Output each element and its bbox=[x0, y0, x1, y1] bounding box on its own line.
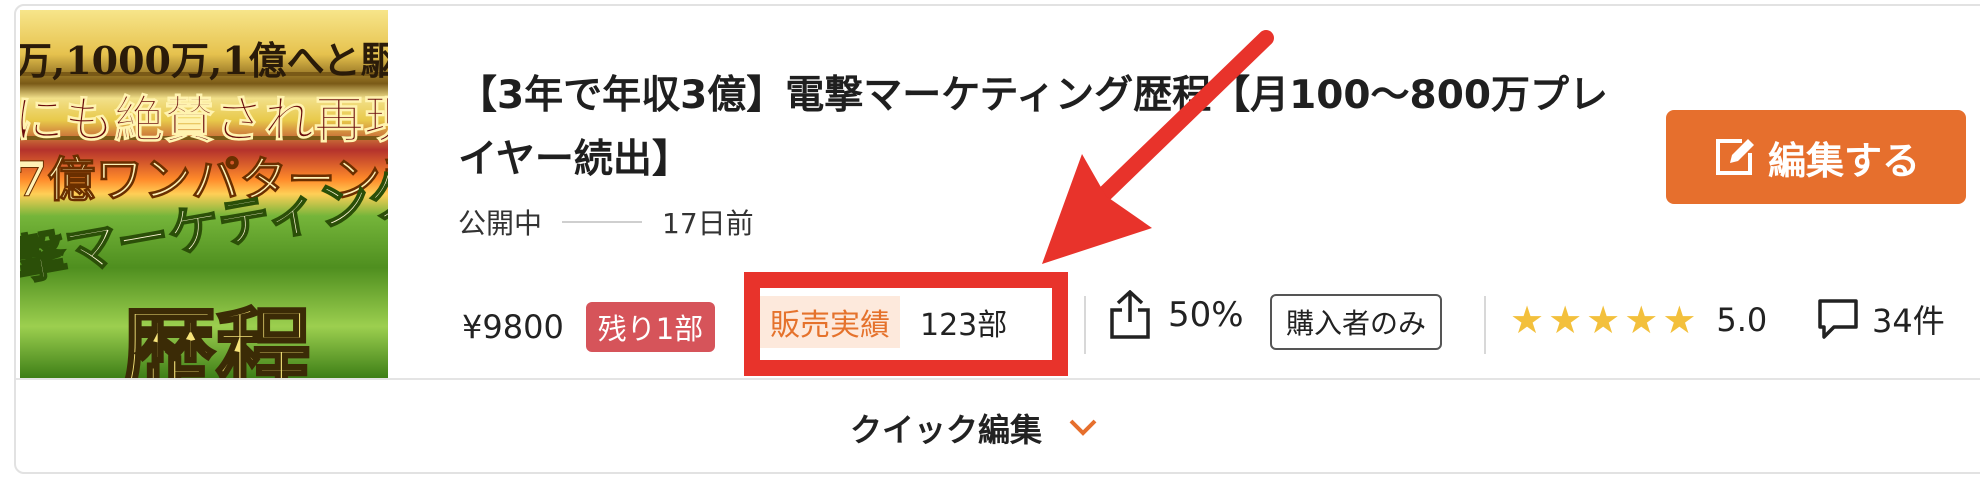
comment-count: 34件 bbox=[1872, 302, 1945, 340]
star-icon: ★ bbox=[1586, 298, 1621, 342]
posted-time: 17日前 bbox=[662, 207, 754, 240]
highlight-box bbox=[744, 272, 1068, 376]
status-text: 公開中 bbox=[458, 207, 543, 240]
quick-edit-toggle[interactable]: クイック編集 bbox=[16, 380, 1980, 476]
star-icon: ★ bbox=[1510, 298, 1545, 342]
comment-icon bbox=[1818, 299, 1858, 339]
quick-edit-label: クイック編集 bbox=[849, 411, 1042, 449]
thumbnail-text: 歴程 bbox=[119, 296, 314, 379]
product-row: 万,1000万,1億へと駆け にも絶賛され再現性 7億ワンパターン手 撃マーケテ… bbox=[16, 6, 1980, 380]
share-icon bbox=[1110, 290, 1150, 339]
price: ¥9800 bbox=[462, 308, 564, 346]
divider bbox=[562, 221, 643, 223]
status-line: 公開中 17日前 bbox=[458, 202, 754, 242]
edit-icon bbox=[1715, 139, 1754, 175]
product-title[interactable]: 【3年で年収3億】電撃マーケティング歴程【月100〜800万プレイヤー続出】 bbox=[458, 64, 1608, 192]
rating: ★ ★ ★ ★ ★ 5.0 bbox=[1510, 298, 1767, 342]
remaining-badge: 残り1部 bbox=[585, 302, 716, 352]
edit-button[interactable]: 編集する bbox=[1666, 110, 1966, 204]
chevron-down-icon bbox=[1069, 419, 1097, 436]
star-icon: ★ bbox=[1662, 298, 1697, 342]
share-rate-value: 50% bbox=[1168, 295, 1244, 335]
thumbnail-text: 万,1000万,1億へと駆け bbox=[20, 38, 388, 83]
edit-button-label: 編集する bbox=[1767, 138, 1920, 183]
product-card: 万,1000万,1億へと駆け にも絶賛され再現性 7億ワンパターン手 撃マーケテ… bbox=[14, 4, 1980, 474]
divider bbox=[1484, 296, 1486, 354]
star-icon: ★ bbox=[1624, 298, 1659, 342]
product-thumbnail[interactable]: 万,1000万,1億へと駆け にも絶賛され再現性 7億ワンパターン手 撃マーケテ… bbox=[20, 10, 388, 378]
divider bbox=[1084, 296, 1086, 354]
rating-value: 5.0 bbox=[1716, 301, 1768, 339]
star-icon: ★ bbox=[1548, 298, 1583, 342]
comments[interactable]: 34件 bbox=[1816, 296, 1945, 342]
share-rate[interactable]: 50% bbox=[1108, 290, 1244, 340]
price-group: ¥9800 残り1部 bbox=[462, 296, 716, 358]
buyers-only-badge: 購入者のみ bbox=[1270, 294, 1443, 350]
